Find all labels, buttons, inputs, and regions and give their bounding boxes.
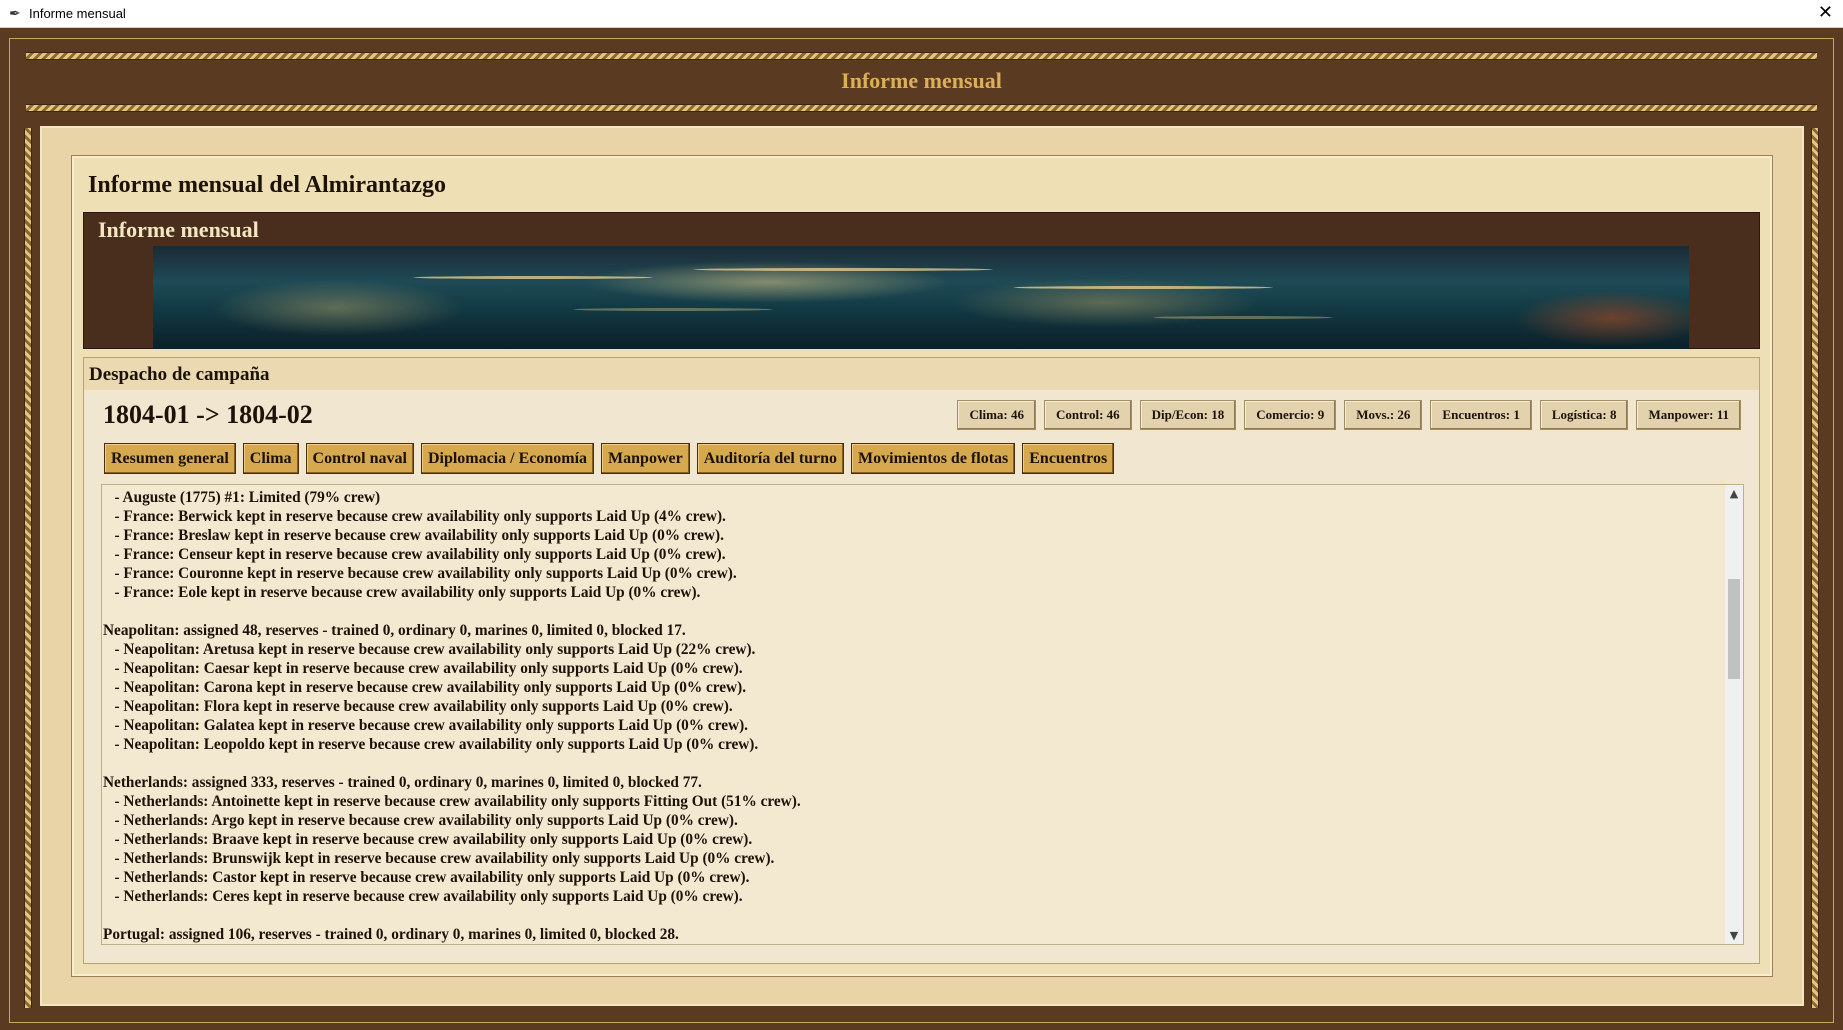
log-line: - Netherlands: Argo kept in reserve beca…	[103, 812, 738, 829]
tab-clima[interactable]: Clima	[242, 443, 299, 474]
stat-dip-econ: Dip/Econ: 18	[1139, 400, 1237, 430]
log-line: - Netherlands: Braave kept in reserve be…	[103, 831, 753, 848]
window-title: Informe mensual	[29, 6, 126, 21]
dispatch-header	[84, 358, 1759, 390]
tab-resumen-general[interactable]: Resumen general	[104, 443, 236, 474]
vertical-scrollbar[interactable]: ▲ ▼	[1725, 485, 1743, 944]
log-line: - Neapolitan: Galatea kept in reserve be…	[103, 717, 748, 734]
tab-manpower[interactable]: Manpower	[601, 443, 690, 474]
log-line: - Neapolitan: Leopoldo kept in reserve b…	[103, 736, 759, 753]
log-line: - France: Censeur kept in reserve becaus…	[103, 546, 726, 563]
log-lines: - Auguste (1775) #1: Limited (79% crew) …	[103, 488, 1723, 944]
header-title: Informe mensual	[841, 68, 1002, 93]
tab-control-naval[interactable]: Control naval	[305, 443, 414, 474]
banner-title: Informe mensual	[98, 217, 259, 242]
close-icon[interactable]: ✕	[1818, 2, 1833, 23]
stat-logistica: Logística: 8	[1539, 400, 1629, 430]
stats-bar: Clima: 46 Control: 46 Dip/Econ: 18 Comer…	[957, 400, 1741, 430]
wave-highlight	[1013, 286, 1273, 289]
report-log[interactable]: - Auguste (1775) #1: Limited (79% crew) …	[101, 484, 1744, 945]
rope-border-right	[1811, 128, 1819, 1008]
chevron-down-icon[interactable]: ▼	[1725, 927, 1743, 944]
stat-clima: Clima: 46	[957, 400, 1036, 430]
stat-comercio: Comercio: 9	[1244, 400, 1337, 430]
log-line: - Neapolitan: Carona kept in reserve bec…	[103, 679, 747, 696]
log-line: - Netherlands: Ceres kept in reserve bec…	[103, 888, 743, 905]
tab-diplomacia-economia[interactable]: Diplomacia / Economía	[420, 443, 595, 474]
rope-border-top	[26, 52, 1817, 60]
log-line: - Netherlands: Antoinette kept in reserv…	[103, 793, 801, 810]
rope-border-header-bottom	[26, 104, 1817, 112]
log-line: Netherlands: assigned 333, reserves - tr…	[103, 774, 702, 791]
log-line: - Neapolitan: Caesar kept in reserve bec…	[103, 660, 743, 677]
scroll-thumb[interactable]	[1728, 579, 1740, 679]
chevron-up-icon[interactable]: ▲	[1725, 485, 1743, 502]
log-line: - Auguste (1775) #1: Limited (79% crew)	[103, 489, 381, 506]
stat-encuentros: Encuentros: 1	[1430, 400, 1532, 430]
log-line: - France: Breslaw kept in reserve becaus…	[103, 527, 724, 544]
log-line: - France: Couronne kept in reserve becau…	[103, 565, 737, 582]
log-line: - Neapolitan: Flora kept in reserve beca…	[103, 698, 733, 715]
log-line: - France: Eole kept in reserve because c…	[103, 584, 701, 601]
tab-encuentros[interactable]: Encuentros	[1022, 443, 1115, 474]
window-titlebar: ✒ Informe mensual ✕	[0, 0, 1843, 28]
log-line: - Netherlands: Brunswijk kept in reserve…	[103, 850, 775, 867]
log-line: - Neapolitan: Aretusa kept in reserve be…	[103, 641, 756, 658]
tab-movimientos-flotas[interactable]: Movimientos de flotas	[851, 443, 1016, 474]
wave-highlight	[693, 268, 993, 271]
panel-title: Informe mensual del Almirantazgo	[88, 172, 446, 198]
stat-movs: Movs.: 26	[1344, 400, 1423, 430]
sea-battle-image	[153, 246, 1689, 349]
log-line: - France: Berwick kept in reserve becaus…	[103, 508, 726, 525]
log-line: - Netherlands: Castor kept in reserve be…	[103, 869, 750, 886]
feather-icon: ✒	[9, 5, 21, 21]
dispatch-title: Despacho de campaña	[89, 364, 270, 385]
tab-bar: Resumen general Clima Control naval Dipl…	[104, 443, 1115, 474]
rope-border-left	[24, 128, 32, 1008]
stat-control: Control: 46	[1043, 400, 1132, 430]
wave-highlight	[1153, 316, 1333, 319]
log-line: Neapolitan: assigned 48, reserves - trai…	[103, 622, 686, 639]
stat-manpower: Manpower: 11	[1636, 400, 1741, 430]
wave-highlight	[413, 276, 653, 279]
log-line: Portugal: assigned 106, reserves - train…	[103, 926, 679, 943]
wave-highlight	[573, 308, 773, 311]
tab-auditoria-turno[interactable]: Auditoría del turno	[696, 443, 845, 474]
period-label: 1804-01 -> 1804-02	[103, 400, 313, 429]
